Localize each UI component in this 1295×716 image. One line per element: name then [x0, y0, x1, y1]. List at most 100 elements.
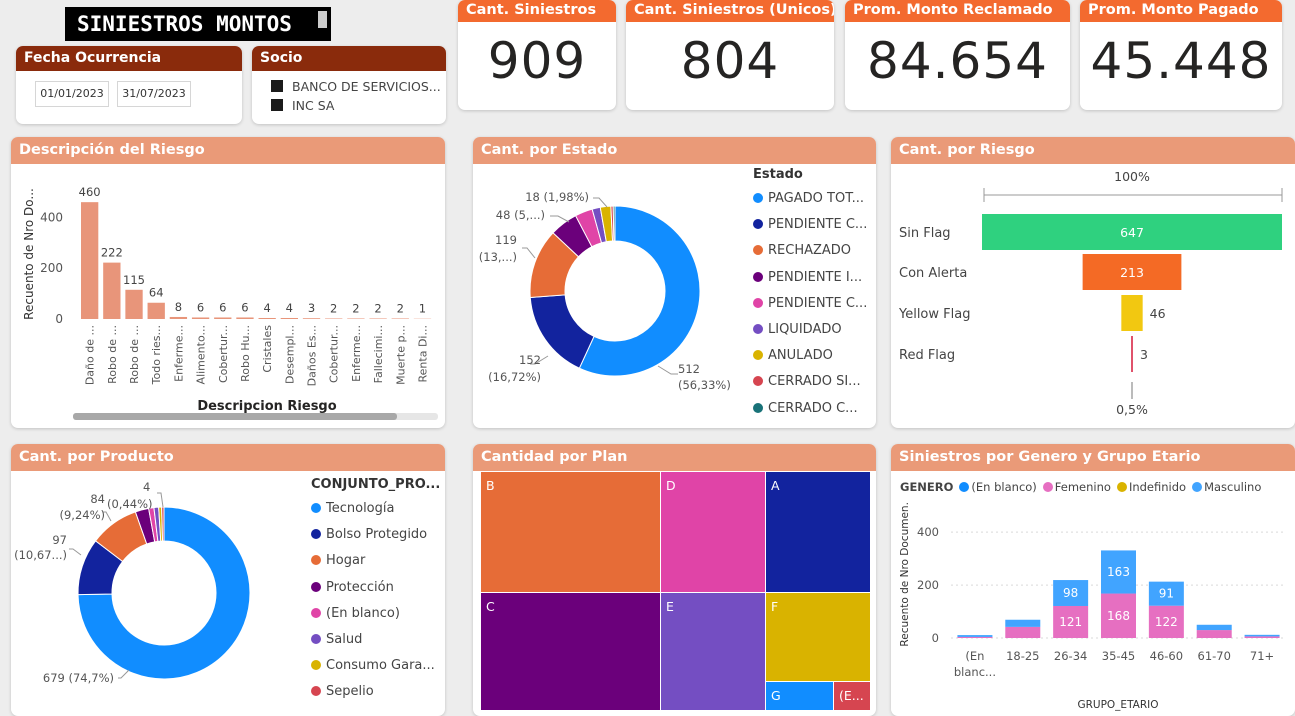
data-label: 6 — [241, 300, 248, 314]
treemap-cell[interactable]: G — [766, 682, 833, 710]
bar — [147, 302, 165, 319]
legend-dot-icon — [311, 581, 321, 592]
panel-genero-grupo: Siniestros por Genero y Grupo Etario GEN… — [891, 444, 1295, 716]
legend-item[interactable]: PENDIENTE C... — [753, 217, 867, 232]
treemap-cell[interactable]: (E... — [834, 682, 870, 710]
legend-item[interactable]: Bolso Protegido — [311, 527, 427, 542]
treemap-cell[interactable]: E — [661, 593, 765, 710]
x-tick-label: (En — [965, 649, 984, 663]
x-tick-label: Cobertur... — [328, 325, 341, 383]
legend-label: (En blanco) — [971, 480, 1037, 494]
bar — [191, 317, 210, 319]
legend-dot-icon — [311, 529, 321, 540]
data-label: 163 — [1107, 565, 1130, 579]
data-label: 213 — [1120, 265, 1144, 280]
legend-item[interactable]: (En blanco) — [311, 606, 400, 621]
legend-dot-icon — [753, 402, 763, 413]
legend-title: GENERO — [900, 480, 954, 494]
legend-label: PAGADO TOT... — [768, 191, 864, 206]
x-tick-label: Daños Es... — [306, 325, 319, 386]
legend-dot-icon — [311, 660, 321, 671]
data-label: 3 — [1140, 347, 1148, 362]
legend-item[interactable]: ANULADO — [753, 348, 833, 363]
donut-slice — [612, 205, 616, 242]
data-label: 647 — [1120, 225, 1144, 240]
socio-filter: Socio BANCO DE SERVICIOS... INC SA — [252, 46, 446, 124]
treemap-cell[interactable]: D — [661, 472, 765, 592]
data-label: 121 — [1059, 615, 1082, 629]
y-tick-label: 0 — [55, 312, 63, 326]
legend-item[interactable]: LIQUIDADO — [753, 322, 842, 337]
x-tick-label: Robo Hu... — [239, 325, 252, 382]
kpi-value: 909 — [487, 32, 587, 90]
legend-item[interactable]: Hogar — [311, 553, 365, 568]
legend-item[interactable]: (En blanco) — [959, 480, 1037, 494]
bar-segment — [1005, 619, 1041, 627]
bar-segment — [957, 636, 993, 638]
x-tick-label: Muerte p... — [394, 325, 407, 385]
kpi-label: Prom. Monto Pagado — [1080, 0, 1282, 22]
panel-descripcion-riesgo: Descripción del Riesgo 0 200 400 Recuento d… — [11, 137, 445, 428]
data-label: 152 — [519, 353, 541, 367]
legend-item[interactable]: PENDIENTE C... — [753, 296, 867, 311]
legend-item[interactable]: Salud — [311, 632, 362, 647]
socio-option-label: BANCO DE SERVICIOS... — [292, 79, 441, 94]
legend-item[interactable]: Tecnología — [311, 501, 394, 516]
kpi-value: 84.654 — [867, 32, 1048, 90]
data-label: 6 — [197, 300, 204, 314]
treemap-cell[interactable]: B — [481, 472, 660, 592]
data-label: 222 — [101, 246, 123, 260]
y-axis-label: Recuento de Nro Documen... — [899, 501, 911, 647]
data-label: 97 — [52, 533, 67, 547]
data-label: (16,72%) — [488, 370, 541, 384]
data-label: (13,...) — [479, 250, 517, 264]
socio-option-inc[interactable]: INC SA — [271, 98, 334, 113]
panel-cant-producto: Cant. por Producto 679 (74,7%) 97 (10,67..… — [11, 444, 445, 716]
legend-item[interactable]: Masculino — [1192, 480, 1261, 494]
legend-label: Hogar — [326, 553, 366, 569]
legend-item[interactable]: Femenino — [1042, 480, 1111, 494]
legend-item[interactable]: Indefinido — [1116, 480, 1186, 494]
date-to-input[interactable]: 31/07/2023 — [117, 81, 191, 107]
panel-cant-estado: Cant. por Estado 512 (56,33%) 152 (16,72%) 1… — [473, 137, 876, 428]
panel-title: Descripción del Riesgo — [11, 137, 445, 164]
legend-item[interactable]: Consumo Gara... — [311, 658, 435, 673]
legend-item[interactable]: CERRADO C... — [753, 401, 858, 416]
fecha-filter-header: Fecha Ocurrencia — [16, 46, 242, 71]
data-label: (56,33%) — [678, 378, 731, 392]
data-label: 4 — [263, 301, 270, 315]
legend-label: ANULADO — [768, 348, 833, 364]
bar — [258, 317, 276, 319]
x-tick-label: Fallecimi... — [372, 325, 385, 383]
bar — [236, 317, 254, 319]
legend-title: Estado — [753, 167, 803, 182]
legend-item[interactable]: PAGADO TOT... — [753, 191, 864, 206]
treemap-cell[interactable]: A — [766, 472, 870, 592]
legend-item[interactable]: Sepelio — [311, 684, 374, 699]
treemap-cell[interactable]: C — [481, 593, 660, 710]
checkbox-icon — [271, 80, 283, 92]
riesgo-funnel-chart: 100% Sin Flag 647 Con Alerta 213 Yellow Flag 4… — [898, 169, 1283, 417]
panel-title: Cant. por Estado — [473, 137, 876, 164]
x-tick-label: Enferme... — [350, 325, 363, 382]
legend-item[interactable]: Protección — [311, 580, 394, 595]
checkbox-icon — [271, 99, 283, 111]
panel-cantidad-plan: Cantidad por Plan B D A C E F G (E... — [473, 444, 876, 716]
funnel-category-label: Red Flag — [899, 348, 955, 363]
legend-dot-icon — [753, 271, 763, 282]
x-tick-label: Enferme... — [172, 325, 185, 382]
legend-item[interactable]: CERRADO SI... — [753, 374, 861, 389]
socio-option-banco[interactable]: BANCO DE SERVICIOS... — [271, 79, 441, 94]
kpi-prom-monto-pagado: Prom. Monto Pagado 45.448 — [1080, 0, 1282, 110]
data-label: 48 (5,...) — [496, 208, 545, 222]
legend-item[interactable]: PENDIENTE I... — [753, 270, 862, 285]
legend-item[interactable]: RECHAZADO — [753, 243, 851, 258]
legend-label: (En blanco) — [326, 605, 400, 621]
leader-line — [118, 669, 130, 679]
x-axis-label: GRUPO_ETARIO — [1077, 699, 1158, 711]
data-label: 679 (74,7%) — [43, 671, 114, 685]
date-from-input[interactable]: 01/01/2023 — [35, 81, 109, 107]
y-tick-label: 400 — [40, 210, 63, 224]
treemap-cell[interactable]: F — [766, 593, 870, 681]
leader-line — [657, 365, 678, 375]
